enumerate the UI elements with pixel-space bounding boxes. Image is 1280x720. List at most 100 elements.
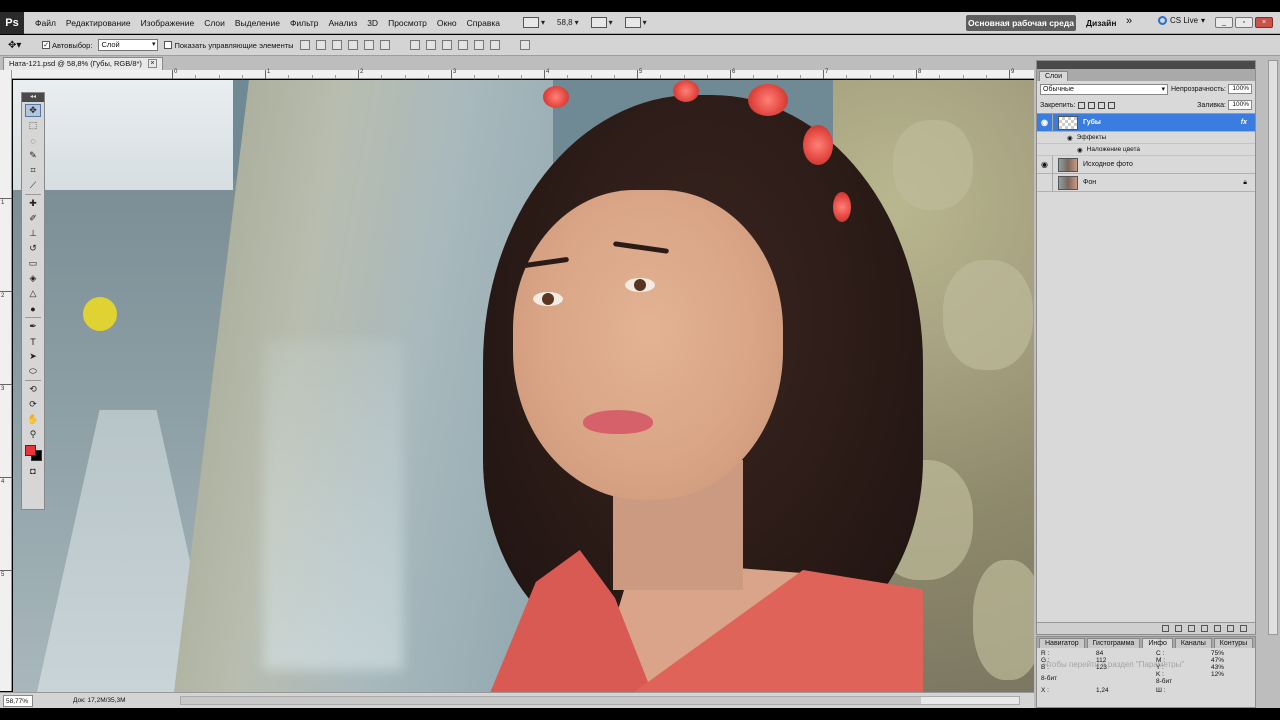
menu-3d[interactable]: 3D [362,18,383,28]
lasso-tool-icon[interactable]: ◌ [25,134,41,147]
fill-field[interactable]: 100% [1228,100,1252,110]
layer-row-lips[interactable]: ◉ Губы fx [1037,113,1255,132]
brush-tool-icon[interactable]: ✐ [25,212,41,225]
layer-row-original-photo[interactable]: ◉ Исходное фото [1037,155,1255,174]
clone-stamp-tool-icon[interactable]: ⊥ [25,227,41,240]
distribute-top-icon[interactable] [409,40,420,50]
eyedropper-tool-icon[interactable]: ⟋ [25,179,41,192]
fx-icon[interactable]: fx [1241,119,1247,126]
lock-transparency-icon[interactable] [1078,101,1086,109]
document-tab[interactable]: Ната-121.psd @ 58,8% (Губы, RGB/8*) × [3,57,163,70]
horizontal-scrollbar[interactable] [180,696,1020,705]
align-bottom-icon[interactable] [331,40,342,50]
workspace-essentials-button[interactable]: Основная рабочая среда [966,15,1076,31]
document-size-info[interactable]: Док: 17,2M/35,3M [73,697,163,704]
zoom-field[interactable]: 58,77% [3,694,33,707]
close-tab-icon[interactable]: × [147,59,157,68]
effects-row[interactable]: ◉ Эффекты [1037,132,1255,144]
menu-analysis[interactable]: Анализ [324,18,363,28]
shape-tool-icon[interactable]: ⬭ [25,365,41,378]
new-group-icon[interactable] [1214,625,1221,632]
tab-navigator[interactable]: Навигатор [1039,638,1085,648]
lock-all-icon[interactable] [1108,101,1116,109]
lock-pixels-icon[interactable] [1088,101,1096,109]
blur-tool-icon[interactable]: △ [25,287,41,300]
tab-info[interactable]: Инфо [1142,638,1173,648]
hand-tool-icon[interactable]: ✋ [25,413,41,426]
add-mask-icon[interactable] [1188,625,1195,632]
launch-bridge-button[interactable]: ▾ [517,17,551,28]
visibility-eye-icon[interactable]: ◉ [1037,113,1053,132]
adjustment-layer-icon[interactable] [1201,625,1208,632]
cs-live-button[interactable]: CS Live ▾ [1158,16,1205,25]
minimize-button[interactable]: _ [1215,17,1233,28]
move-tool-icon[interactable]: ✥ [25,104,41,117]
new-layer-icon[interactable] [1227,625,1234,632]
horizontal-scroll-thumb[interactable] [181,697,921,704]
tab-layers[interactable]: Слои [1039,71,1069,81]
effect-eye-icon[interactable]: ◉ [1077,146,1083,154]
workspace-more-button[interactable]: » [1126,15,1132,27]
link-layers-icon[interactable] [1162,625,1169,632]
dodge-tool-icon[interactable]: ● [25,302,41,315]
color-swatches[interactable] [23,444,43,462]
quick-mask-icon[interactable]: ◘ [25,464,41,477]
foreground-color-swatch[interactable] [25,445,36,456]
restore-button[interactable]: ▫ [1235,17,1253,28]
menu-edit[interactable]: Редактирование [61,18,136,28]
paint-bucket-tool-icon[interactable]: ◈ [25,272,41,285]
healing-brush-tool-icon[interactable]: ✚ [25,197,41,210]
screen-mode-button[interactable]: ▾ [619,17,653,28]
distribute-vcenter-icon[interactable] [425,40,436,50]
distribute-bottom-icon[interactable] [441,40,452,50]
pen-tool-icon[interactable]: ✒ [25,320,41,333]
show-transform-controls-checkbox[interactable]: Показать управляющие элементы [164,41,294,50]
layer-row-background[interactable]: Фон 🔒︎ [1037,173,1255,192]
vertical-ruler[interactable]: 1 2 3 4 5 [0,70,12,691]
close-button[interactable]: × [1255,17,1273,28]
align-left-icon[interactable] [347,40,358,50]
menu-image[interactable]: Изображение [136,18,200,28]
zoom-level-widget[interactable]: 58,8 ▾ [551,18,585,27]
color-overlay-effect-row[interactable]: ◉ Наложение цвета [1037,144,1255,156]
align-vcenter-icon[interactable] [315,40,326,50]
move-tool-preset-icon[interactable]: ✥▾ [8,38,36,53]
tab-histogram[interactable]: Гистограмма [1086,638,1141,648]
panel-vertical-scrollbar[interactable] [1268,60,1278,635]
panel-collapse-bar[interactable] [1037,61,1255,69]
trash-icon[interactable] [1240,625,1247,632]
3d-rotate-tool-icon[interactable]: ⟲ [25,383,41,396]
distribute-left-icon[interactable] [457,40,468,50]
distribute-right-icon[interactable] [489,40,500,50]
arrange-documents-button[interactable]: ▾ [585,17,619,28]
menu-select[interactable]: Выделение [230,18,285,28]
3d-orbit-tool-icon[interactable]: ⟳ [25,398,41,411]
effect-eye-icon[interactable]: ◉ [1067,134,1073,142]
visibility-empty-cell[interactable] [1037,173,1053,192]
quick-select-tool-icon[interactable]: ✎ [25,149,41,162]
autoselect-checkbox[interactable]: ✓ Автовыбор: [42,41,92,50]
menu-file[interactable]: Файл [30,18,61,28]
align-right-icon[interactable] [379,40,390,50]
zoom-tool-icon[interactable]: ⚲ [25,428,41,441]
blend-mode-select[interactable]: Обычные [1040,83,1168,95]
document-canvas[interactable] [13,80,1034,692]
type-tool-icon[interactable]: T [25,335,41,348]
opacity-field[interactable]: 100% [1228,84,1252,94]
add-style-icon[interactable] [1175,625,1182,632]
marquee-tool-icon[interactable]: ⬚ [25,119,41,132]
path-selection-tool-icon[interactable]: ➤ [25,350,41,363]
distribute-hcenter-icon[interactable] [473,40,484,50]
auto-align-layers-icon[interactable] [519,40,530,50]
history-brush-tool-icon[interactable]: ↺ [25,242,41,255]
crop-tool-icon[interactable]: ⌗ [25,164,41,177]
workspace-design-button[interactable]: Дизайн [1086,15,1116,31]
lock-position-icon[interactable] [1098,101,1106,109]
menu-filter[interactable]: Фильтр [285,18,324,28]
align-top-icon[interactable] [299,40,310,50]
tab-channels[interactable]: Каналы [1174,638,1212,648]
tab-paths[interactable]: Контуры [1213,638,1254,648]
align-hcenter-icon[interactable] [363,40,374,50]
toolbox-header[interactable]: ◂◂ [22,93,44,102]
menu-window[interactable]: Окно [432,18,462,28]
